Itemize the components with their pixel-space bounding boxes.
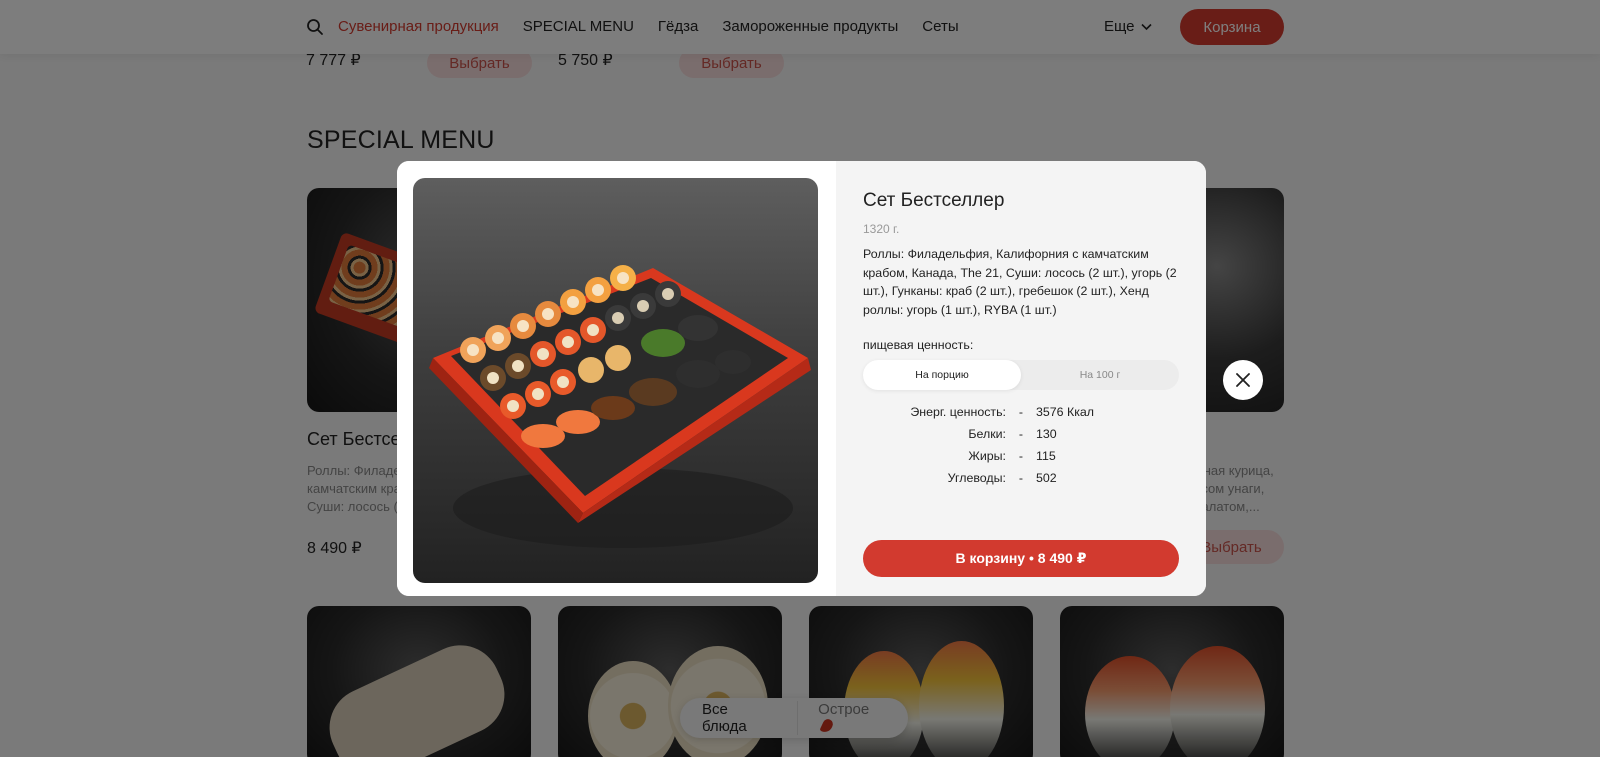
product-description: Роллы: Филадельфия, Калифорния с камчатс… — [863, 247, 1177, 317]
nutrition-dash: - — [1018, 471, 1024, 485]
nutrition-table: Энерг. ценность: - 3576 Ккал Белки: - 13… — [863, 401, 1179, 489]
close-icon — [1236, 373, 1250, 387]
sushi-set-illustration — [429, 265, 811, 548]
nutrition-dash: - — [1018, 449, 1024, 463]
nutrition-key: Белки: — [968, 427, 1006, 441]
product-modal: Сет Бестселлер 1320 г. Роллы: Филадельфи… — [397, 161, 1206, 596]
product-photo — [413, 178, 818, 583]
nutrition-value: 502 — [1036, 471, 1057, 485]
nutrition-value: 3576 Ккал — [1036, 405, 1095, 419]
nutrition-row: Углеводы: - 502 — [863, 467, 1179, 489]
nutrition-dash: - — [1018, 427, 1024, 441]
nutrition-value: 115 — [1036, 449, 1056, 463]
nutrition-value: 130 — [1036, 427, 1057, 441]
nutrition-row: Жиры: - 115 — [863, 445, 1179, 467]
nutrition-row: Белки: - 130 — [863, 423, 1179, 445]
tab-per-portion[interactable]: На порцию — [863, 360, 1021, 390]
nutrition-tabs: На порцию На 100 г — [863, 360, 1179, 390]
nutrition-key: Углеводы: — [947, 471, 1006, 485]
product-title: Сет Бестселлер — [863, 190, 1005, 211]
tab-per-100g[interactable]: На 100 г — [1021, 360, 1179, 390]
nutrition-label: пищевая ценность: — [863, 338, 974, 352]
modal-image-panel — [397, 161, 836, 596]
nutrition-key: Жиры: — [968, 449, 1006, 463]
modal-info-panel: Сет Бестселлер 1320 г. Роллы: Филадельфи… — [836, 161, 1206, 596]
add-to-cart-button[interactable]: В корзину • 8 490 ₽ — [863, 540, 1179, 577]
nutrition-dash: - — [1018, 405, 1024, 419]
product-weight: 1320 г. — [863, 222, 900, 236]
close-modal-button[interactable] — [1223, 360, 1263, 400]
nutrition-row: Энерг. ценность: - 3576 Ккал — [863, 401, 1179, 423]
nutrition-key: Энерг. ценность: — [910, 405, 1006, 419]
